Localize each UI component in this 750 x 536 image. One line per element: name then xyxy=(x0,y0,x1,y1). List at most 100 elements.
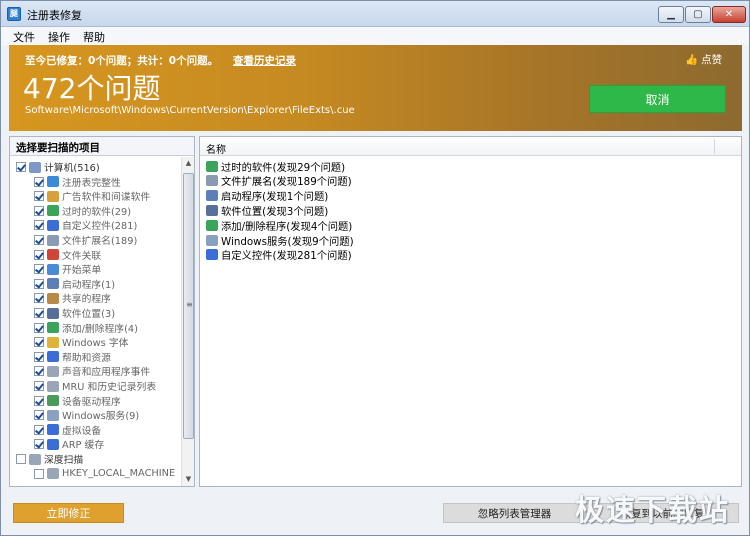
scan-item[interactable]: 自定义控件(281) xyxy=(34,218,137,232)
scroll-thumb[interactable]: ≡ xyxy=(183,173,194,439)
vertical-scrollbar[interactable]: ▲ ≡ ▼ xyxy=(181,157,194,486)
scan-item[interactable]: Windows 字体 xyxy=(34,335,128,349)
scan-item-checkbox[interactable] xyxy=(34,439,44,450)
result-label: 添加/删除程序(发现4个问题) xyxy=(221,220,353,233)
scan-item-checkbox[interactable] xyxy=(34,249,44,260)
result-row[interactable]: Windows服务(发现9个问题) xyxy=(206,233,354,248)
scan-items-tree: 计算机(516) 注册表完整性广告软件和间谍软件 过时的软件(29) 自定义控件(28… xyxy=(10,157,180,486)
startup-icon xyxy=(47,278,59,290)
scan-item[interactable]: HKEY_LOCAL_MACHINE xyxy=(34,467,175,481)
scan-item-checkbox[interactable] xyxy=(34,205,44,216)
software-location-icon xyxy=(206,204,218,216)
file-extension-icon xyxy=(206,175,218,187)
scan-items-title: 选择要扫描的项目 xyxy=(10,137,194,156)
scan-item-checkbox[interactable] xyxy=(34,264,44,275)
scan-item-checkbox[interactable] xyxy=(34,337,44,348)
scan-item-checkbox[interactable] xyxy=(34,278,44,289)
scan-item-checkbox[interactable] xyxy=(34,381,44,391)
scan-item-checkbox[interactable] xyxy=(34,235,44,245)
history-list-icon xyxy=(47,380,59,392)
start-menu-icon xyxy=(47,263,59,275)
software-location-icon xyxy=(47,307,59,319)
scan-item[interactable]: 添加/删除程序(4) xyxy=(34,321,138,335)
column-name-label: 名称 xyxy=(206,145,226,156)
scan-item-label: 声音和应用程序事件 xyxy=(62,367,151,379)
result-row[interactable]: 软件位置(发现3个问题) xyxy=(206,203,328,218)
like-button[interactable]: 👍 点赞 xyxy=(685,52,722,67)
scan-item-checkbox[interactable] xyxy=(16,454,26,464)
scan-item[interactable]: Windows服务(9) xyxy=(34,408,139,422)
column-divider[interactable] xyxy=(714,139,715,154)
scan-item[interactable]: 帮助和资源 xyxy=(34,350,111,364)
scan-item-checkbox[interactable] xyxy=(34,424,44,435)
outdated-software-icon xyxy=(47,205,59,217)
close-button[interactable]: ✕ xyxy=(712,6,746,23)
scan-item-checkbox[interactable] xyxy=(34,395,44,406)
scan-item-checkbox[interactable] xyxy=(34,308,44,318)
view-history-link[interactable]: 查看历史记录 xyxy=(233,53,296,68)
scan-item-checkbox[interactable] xyxy=(34,176,44,187)
custom-control-icon xyxy=(47,219,59,231)
scan-item[interactable]: 启动程序(1) xyxy=(34,277,115,291)
scan-item[interactable]: 开始菜单 xyxy=(34,262,101,276)
scan-item-checkbox[interactable] xyxy=(16,162,26,172)
current-scan-path: Software\Microsoft\Windows\CurrentVersio… xyxy=(25,105,355,116)
result-row[interactable]: 启动程序(发现1个问题) xyxy=(206,189,328,203)
scan-item-label: Windows服务(9) xyxy=(62,411,140,423)
scan-item[interactable]: 设备驱动程序 xyxy=(34,394,121,408)
scan-item-label: HKEY_LOCAL_MACHINE xyxy=(62,468,176,480)
scan-item[interactable]: 声音和应用程序事件 xyxy=(34,364,150,378)
scan-item[interactable]: 计算机(516) xyxy=(16,160,100,174)
result-row[interactable]: 文件扩展名(发现189个问题) xyxy=(206,174,352,188)
scroll-up-icon[interactable]: ▲ xyxy=(182,157,195,170)
scan-item-checkbox[interactable] xyxy=(34,191,44,202)
scan-item[interactable]: 文件关联 xyxy=(34,248,101,262)
result-row[interactable]: 添加/删除程序(发现4个问题) xyxy=(206,218,353,233)
scan-item-checkbox[interactable] xyxy=(34,351,44,362)
menu-file[interactable]: 文件 xyxy=(13,29,35,45)
scan-item-checkbox[interactable] xyxy=(34,366,44,377)
scan-item[interactable]: 过时的软件(29) xyxy=(34,204,131,218)
window-title: 注册表修复 xyxy=(27,9,82,22)
menu-operation[interactable]: 操作 xyxy=(48,29,70,45)
ignore-list-manager-button[interactable]: 忽略列表管理器 xyxy=(443,503,586,523)
results-column-header[interactable]: 名称 xyxy=(200,137,741,156)
driver-icon xyxy=(47,395,59,407)
scan-item[interactable]: 共享的程序 xyxy=(34,291,111,305)
scan-item-label: 广告软件和间谍软件 xyxy=(62,192,151,204)
scan-item[interactable]: 虚拟设备 xyxy=(34,423,101,437)
scan-item[interactable]: 软件位置(3) xyxy=(34,306,115,320)
scan-item-checkbox[interactable] xyxy=(34,468,44,479)
font-icon xyxy=(47,336,59,348)
scroll-down-icon[interactable]: ▼ xyxy=(182,473,195,486)
title-bar[interactable]: 腿 注册表修复 ▁ ▢ ✕ xyxy=(1,1,749,27)
result-label: 自定义控件(发现281个问题) xyxy=(221,250,352,263)
minimize-button[interactable]: ▁ xyxy=(658,6,684,23)
menu-help[interactable]: 帮助 xyxy=(83,29,105,45)
scan-item-label: 过时的软件(29) xyxy=(62,206,132,218)
scan-item[interactable]: ARP 缓存 xyxy=(34,437,104,451)
file-extension-icon xyxy=(47,234,59,246)
scan-item-label: MRU 和历史记录列表 xyxy=(62,382,157,393)
scan-item[interactable]: 文件扩展名(189) xyxy=(34,233,137,247)
result-label: 启动程序(发现1个问题) xyxy=(221,191,329,204)
scan-item-checkbox[interactable] xyxy=(34,322,44,333)
scan-item-checkbox[interactable] xyxy=(34,220,44,231)
scan-item[interactable]: 注册表完整性 xyxy=(34,175,121,189)
scan-item-label: 文件扩展名(189) xyxy=(62,236,138,247)
site-watermark: 极速下载站 xyxy=(575,493,731,527)
scan-item-label: Windows 字体 xyxy=(62,338,129,350)
scan-item[interactable]: 广告软件和间谍软件 xyxy=(34,189,150,203)
cancel-button[interactable]: 取消 xyxy=(589,85,726,113)
scan-item[interactable]: MRU 和历史记录列表 xyxy=(34,379,156,393)
scan-item[interactable]: 深度扫描 xyxy=(16,452,83,466)
fix-now-button[interactable]: 立即修正 xyxy=(13,503,124,523)
problem-count: 472个问题 xyxy=(23,72,161,105)
result-row[interactable]: 过时的软件(发现29个问题) xyxy=(206,159,345,174)
maximize-button[interactable]: ▢ xyxy=(685,6,711,23)
scan-item-checkbox[interactable] xyxy=(34,293,44,304)
result-row[interactable]: 自定义控件(发现281个问题) xyxy=(206,248,352,262)
service-icon xyxy=(47,409,59,421)
shared-program-icon xyxy=(47,292,59,304)
scan-item-checkbox[interactable] xyxy=(34,410,44,421)
